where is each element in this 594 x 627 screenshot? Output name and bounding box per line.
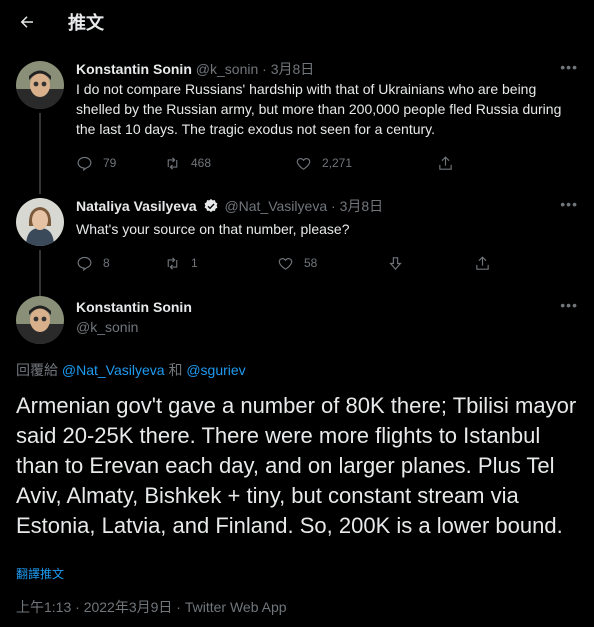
like-button[interactable]: 58 xyxy=(277,255,387,272)
retweet-icon xyxy=(167,156,178,170)
more-icon[interactable]: ••• xyxy=(560,297,578,313)
like-icon xyxy=(296,157,311,170)
more-icon[interactable]: ••• xyxy=(560,59,578,75)
reply-button[interactable]: 8 xyxy=(76,255,164,272)
avatar[interactable] xyxy=(16,61,64,109)
reply-button[interactable]: 79 xyxy=(76,155,164,172)
main-tweet-text: Armenian gov't gave a number of 80K ther… xyxy=(16,393,577,538)
reply-and: 和 xyxy=(164,362,187,378)
user-name[interactable]: Konstantin Sonin xyxy=(76,61,192,77)
avatar[interactable] xyxy=(16,296,64,344)
tweet-actions: 8 1 58 xyxy=(76,253,578,273)
tweet-date[interactable]: 3月8日 xyxy=(340,198,384,214)
main-tweet-author[interactable]: Konstantin Sonin @k_sonin ••• xyxy=(16,296,578,352)
reply-to: 回覆給 @Nat_Vasilyeva 和 @sguriev xyxy=(16,360,246,380)
thread-line xyxy=(39,113,41,193)
timestamp[interactable]: 上午1:13 · 2022年3月9日 · Twitter Web App xyxy=(16,597,287,617)
retweet-button[interactable]: 468 xyxy=(164,155,295,172)
avatar[interactable] xyxy=(16,198,64,246)
header: 推文 xyxy=(0,0,594,44)
user-name[interactable]: Konstantin Sonin xyxy=(76,297,578,317)
back-arrow-icon[interactable] xyxy=(16,11,38,33)
more-icon[interactable]: ••• xyxy=(560,196,578,212)
verified-badge-icon xyxy=(203,198,219,219)
page-title: 推文 xyxy=(68,13,104,33)
like-icon xyxy=(278,257,293,270)
separator: · xyxy=(327,198,340,214)
tweet-text: What's your source on that number, pleas… xyxy=(76,221,350,237)
like-count: 58 xyxy=(304,256,318,270)
downvote-icon xyxy=(389,256,402,270)
retweet-count: 1 xyxy=(191,256,198,270)
like-button[interactable]: 2,271 xyxy=(295,155,437,172)
tweet-actions: 79 468 2,271 xyxy=(76,153,578,173)
reply-icon xyxy=(77,156,92,171)
tweet-text: I do not compare Russians' hardship with… xyxy=(76,81,562,137)
retweet-count: 468 xyxy=(191,156,212,170)
reply-user-link[interactable]: @sguriev xyxy=(186,362,245,378)
tweet-meta: Nataliya Vasilyeva @Nat_Vasilyeva · 3月8日 xyxy=(76,196,578,219)
reply-count: 79 xyxy=(103,156,117,170)
reply-count: 8 xyxy=(103,256,110,270)
tweet-meta: Konstantin Sonin @k_sonin · 3月8日 xyxy=(76,59,578,79)
user-handle[interactable]: @k_sonin xyxy=(196,61,258,77)
retweet-button[interactable]: 1 xyxy=(164,255,277,272)
translate-link[interactable]: 翻譯推文 xyxy=(16,565,64,582)
share-button[interactable] xyxy=(474,255,501,272)
share-button[interactable] xyxy=(437,155,464,172)
tweet-date[interactable]: 3月8日 xyxy=(271,61,315,77)
downvote-button[interactable] xyxy=(387,255,474,272)
thread-line xyxy=(39,250,41,300)
tweet-nataliya-vasilyeva[interactable]: Nataliya Vasilyeva @Nat_Vasilyeva · 3月8日… xyxy=(16,188,578,300)
reply-icon xyxy=(77,256,92,271)
thread-line xyxy=(39,188,41,194)
reply-prefix: 回覆給 xyxy=(16,362,62,378)
tweet-konstantin-sonin[interactable]: Konstantin Sonin @k_sonin · 3月8日 ••• I d… xyxy=(16,59,578,193)
user-handle[interactable]: @Nat_Vasilyeva xyxy=(224,198,327,214)
reply-user-link[interactable]: @Nat_Vasilyeva xyxy=(62,362,165,378)
user-name[interactable]: Nataliya Vasilyeva xyxy=(76,198,197,214)
separator: · xyxy=(258,61,271,77)
like-count: 2,271 xyxy=(322,156,353,170)
share-icon xyxy=(476,255,489,270)
user-handle[interactable]: @k_sonin xyxy=(76,317,578,337)
retweet-icon xyxy=(167,256,178,270)
share-icon xyxy=(439,155,452,170)
